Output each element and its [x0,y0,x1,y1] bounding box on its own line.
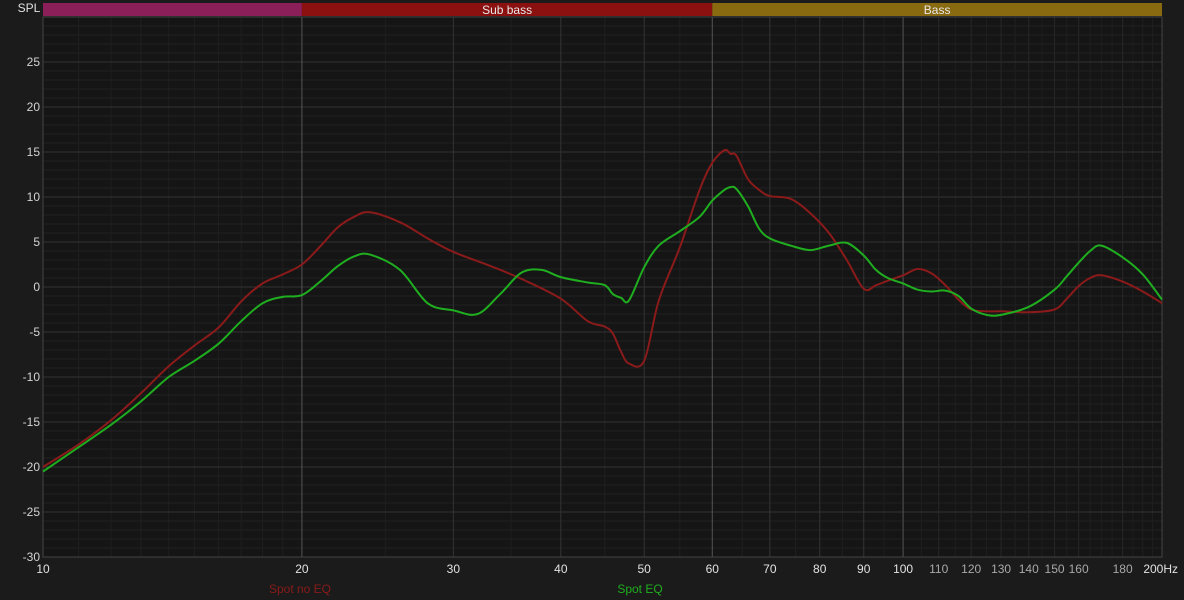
x-tick-label: 50 [637,562,651,576]
x-tick-label: 100 [893,562,913,576]
y-tick-label: -15 [23,415,41,429]
x-tick-label: 80 [813,562,827,576]
x-tick-label: 130 [991,562,1011,576]
x-axis-ticks: 10 20 30 40 50 60 70 80 90 100 110 120 130 140 150 160 1… [36,562,1178,576]
y-tick-label: 5 [33,235,40,249]
x-tick-label: 150 [1045,562,1065,576]
chart-svg: Sub bass Bass 2520151050-5-10-15-20-25-30… [18,1,1178,596]
band-label: Sub bass [482,3,532,17]
x-tick-label: 90 [857,562,871,576]
x-tick-label: 140 [1019,562,1039,576]
y-tick-label: 10 [27,190,41,204]
y-tick-label: -20 [23,460,41,474]
y-tick-label: 20 [27,100,41,114]
y-tick-label: 25 [27,55,41,69]
legend-entry: Spot EQ [617,582,662,596]
x-tick-label: 120 [961,562,981,576]
x-tick-label: 110 [929,562,948,576]
y-tick-label: 0 [33,280,40,294]
band-label: Bass [924,3,951,17]
spl-chart: Sub bass Bass 25 20 15 10 5 0 -5 -10 -15 -20 -25 -30… [0,0,1184,600]
x-tick-label: 40 [554,562,568,576]
band-bar [43,3,302,16]
x-tick-label: 60 [706,562,720,576]
y-tick-label: 15 [27,145,41,159]
x-tick-label: 70 [763,562,777,576]
x-tick-label: 160 [1069,562,1089,576]
legend-entry: Spot no EQ [269,582,331,596]
legend: Spot no EQ Spot EQ [269,582,663,596]
x-tick-label: 200Hz [1143,562,1178,576]
y-tick-label: -25 [23,505,41,519]
y-tick-label: -10 [23,370,41,384]
x-tick-label: 20 [295,562,309,576]
x-tick-label: 10 [36,562,50,576]
y-axis-ticks: 2520151050-5-10-15-20-25-30 [23,55,41,564]
y-tick-label: -5 [29,325,40,339]
y-axis-label: SPL [18,1,41,15]
x-tick-label: 180 [1113,562,1133,576]
frequency-bands: Sub bass Bass [43,3,1162,17]
x-tick-label: 30 [447,562,461,576]
